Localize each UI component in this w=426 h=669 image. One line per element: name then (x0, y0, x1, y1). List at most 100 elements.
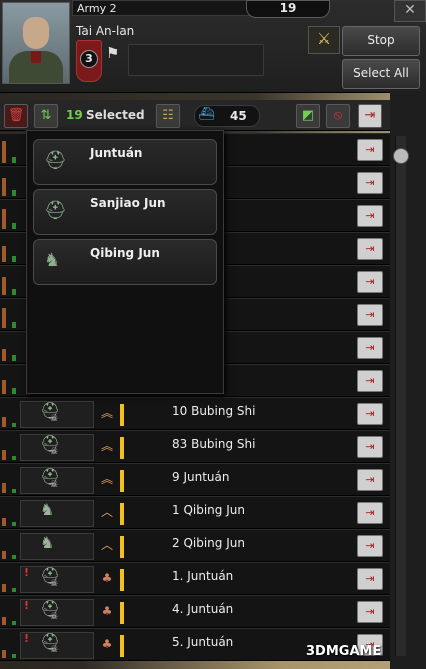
supply-bar (120, 569, 124, 591)
popup-item-label: Sanjiao Jun (90, 196, 166, 210)
clover-icon: ♣ (101, 637, 113, 651)
general-name: Tai An-lan (76, 24, 135, 38)
experience-chevron-icon: ︽ (100, 406, 113, 420)
supply-bar (120, 437, 124, 459)
organization-bar (2, 518, 6, 526)
unit-icon-box (20, 533, 94, 560)
division-name: 1 Qibing Jun (172, 503, 245, 517)
army-header: Army 2 19 ✕ Tai An-lan 3 ⚑ ⚔ Stop Select… (0, 0, 426, 93)
division-name: 4. Juntuán (172, 602, 234, 616)
strength-bar (12, 289, 16, 295)
trait-flag-icon[interactable]: ⚑ (106, 44, 119, 62)
strength-bar (12, 588, 16, 592)
detach-division-button[interactable]: ⇥ (357, 304, 383, 326)
strength-bar (12, 355, 16, 361)
warning-icon: ! (24, 566, 30, 579)
division-row[interactable]: ♞ ︿ 1 Qibing Jun ⇥ (0, 496, 390, 529)
exit-icon[interactable]: ⇥ (358, 104, 382, 128)
division-row[interactable]: ⛑ ☠! ♣ 1. Juntuán ⇥ (0, 562, 390, 595)
detach-division-button[interactable]: ⇥ (357, 205, 383, 227)
popup-item-label: Qibing Jun (90, 246, 160, 260)
strength-bar (12, 456, 16, 460)
detach-division-button[interactable]: ⇥ (357, 403, 383, 425)
organization-bar (2, 450, 6, 460)
detach-division-button[interactable]: ⇥ (357, 568, 383, 590)
organization-bar (2, 650, 6, 658)
division-row[interactable]: ⛑ ☠ ︽ 9 Juntuán ⇥ (0, 463, 390, 496)
supply-bar (120, 602, 124, 624)
popup-item[interactable]: ⛑ Juntuán (33, 139, 217, 185)
division-row[interactable]: ♞ ︿ 2 Qibing Jun ⇥ (0, 529, 390, 562)
detach-division-button[interactable]: ⇥ (357, 469, 383, 491)
popup-item[interactable]: ♞ Qibing Jun (33, 239, 217, 285)
strength-bar (12, 522, 16, 526)
division-row[interactable]: ⛑ ☠! ♣ 4. Juntuán ⇥ (0, 595, 390, 628)
unit-icon-box (20, 500, 94, 527)
strength-bar (12, 190, 16, 196)
portrait-collar (31, 51, 41, 63)
division-row[interactable]: ⛑ ☠ ︽ 83 Bubing Shi ⇥ (0, 430, 390, 463)
experience-chevron-icon: ︽ (100, 472, 113, 486)
warning-icon: ! (24, 599, 30, 612)
skull-icon: ☠ (50, 612, 59, 622)
detach-division-button[interactable]: ⇥ (357, 139, 383, 161)
organization-bar (2, 277, 6, 295)
organization-bar (2, 380, 6, 394)
organization-bar (2, 551, 6, 559)
detach-division-button[interactable]: ⇥ (357, 601, 383, 623)
select-all-button[interactable]: Select All (342, 59, 420, 89)
skull-icon: ☠ (50, 480, 59, 490)
delete-icon[interactable]: 🗑 (4, 104, 28, 128)
scrollbar-thumb[interactable] (393, 148, 409, 164)
strength-bar (12, 621, 16, 625)
division-name: 1. Juntuán (172, 569, 234, 583)
close-button[interactable]: ✕ (394, 0, 426, 22)
split-division-icon[interactable]: ◩ (296, 104, 320, 128)
selected-count: 19 (66, 108, 83, 122)
detach-division-button[interactable]: ⇥ (357, 337, 383, 359)
strength-bar (12, 322, 16, 328)
cavalry-horse-icon: ♞ (40, 500, 55, 519)
skull-icon: ☠ (50, 414, 59, 424)
division-name: 9 Juntuán (172, 470, 230, 484)
strength-bar (12, 157, 16, 163)
supply-bar (120, 503, 124, 525)
army-division-count: 19 (246, 0, 330, 18)
strength-bar (12, 654, 16, 658)
trait-slots (128, 44, 264, 76)
general-portrait[interactable] (2, 2, 70, 84)
organization-bar (2, 483, 6, 493)
railway-icon[interactable]: ☷ (156, 104, 180, 128)
detach-division-button[interactable]: ⇥ (357, 238, 383, 260)
organization-bar (2, 417, 6, 427)
detach-division-button[interactable]: ⇥ (357, 436, 383, 458)
division-name: 10 Bubing Shi (172, 404, 256, 418)
detach-division-button[interactable]: ⇥ (357, 271, 383, 293)
disband-icon[interactable]: ⦸ (326, 104, 350, 128)
watermark: 3DMGAME (306, 644, 382, 659)
detach-division-button[interactable]: ⇥ (357, 370, 383, 392)
swap-arrows-icon[interactable]: ⇅ (34, 104, 58, 128)
skull-icon: ☠ (50, 579, 59, 589)
strength-bar (12, 489, 16, 493)
general-rank: 3 (80, 50, 98, 68)
infantry-helmet-icon: ⛑ (44, 200, 67, 221)
strength-bar (12, 256, 16, 262)
scrollbar-track[interactable] (395, 136, 406, 656)
supply-bar (120, 470, 124, 492)
clover-icon: ♣ (101, 571, 113, 585)
detach-division-button[interactable]: ⇥ (357, 502, 383, 524)
warning-icon: ! (24, 632, 30, 645)
strength-bar (12, 223, 16, 229)
popup-item[interactable]: ⛑ Sanjiao Jun (33, 189, 217, 235)
popup-item-label: Juntuán (90, 146, 143, 160)
skull-icon: ☠ (50, 645, 59, 655)
ship-icon: ⛴ (198, 107, 215, 122)
supply-bar (120, 404, 124, 426)
stop-button[interactable]: Stop (342, 26, 420, 56)
detach-division-button[interactable]: ⇥ (357, 172, 383, 194)
battle-order-icon[interactable]: ⚔ (308, 26, 340, 54)
cavalry-horse-icon: ♞ (44, 250, 61, 271)
detach-division-button[interactable]: ⇥ (357, 535, 383, 557)
division-row[interactable]: ⛑ ☠ ︽ 10 Bubing Shi ⇥ (0, 397, 390, 430)
